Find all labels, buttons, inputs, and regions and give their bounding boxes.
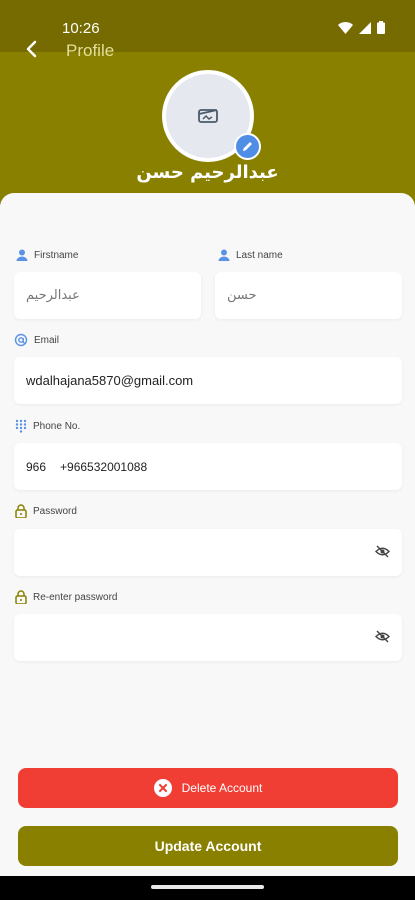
status-time: 10:26 xyxy=(62,20,100,37)
firstname-label: Firstname xyxy=(16,249,78,261)
lastname-value: حسن xyxy=(227,288,257,303)
lock-icon xyxy=(15,504,27,518)
eye-off-icon[interactable] xyxy=(375,545,390,558)
edit-avatar-button[interactable] xyxy=(234,133,261,160)
home-gesture-handle[interactable] xyxy=(151,885,264,889)
page-title: Profile xyxy=(66,41,115,60)
lastname-field[interactable]: حسن xyxy=(215,272,402,319)
email-value: wdalhajana5870@gmail.com xyxy=(26,373,194,388)
battery-icon xyxy=(377,21,385,34)
reenter-password-label: Re-enter password xyxy=(15,590,117,604)
dialpad-icon xyxy=(15,419,27,433)
wifi-icon xyxy=(338,21,353,34)
password-field[interactable] xyxy=(14,529,402,576)
delete-account-label: Delete Account xyxy=(181,781,263,795)
password-label: Password xyxy=(15,504,77,518)
eye-off-icon[interactable] xyxy=(375,630,390,643)
reenter-password-field[interactable] xyxy=(14,614,402,661)
status-bar: 10:26 xyxy=(0,0,415,52)
phone-label-text: Phone No. xyxy=(33,420,81,432)
delete-account-button[interactable]: Delete Account xyxy=(18,768,398,808)
email-label: Email xyxy=(14,333,59,347)
email-field[interactable]: wdalhajana5870@gmail.com xyxy=(14,357,402,404)
phone-country-code[interactable]: 966 xyxy=(26,460,46,474)
at-icon xyxy=(14,333,28,347)
person-icon xyxy=(218,249,230,261)
image-placeholder-icon xyxy=(198,109,218,123)
update-account-button[interactable]: Update Account xyxy=(18,826,398,866)
firstname-field[interactable]: عبدالرحيم xyxy=(14,272,201,319)
email-label-text: Email xyxy=(34,334,60,346)
pencil-icon xyxy=(243,142,252,151)
phone-value: +966532001088 xyxy=(60,459,148,474)
firstname-label-text: Firstname xyxy=(34,249,79,261)
phone-field[interactable]: 966 +966532001088 xyxy=(14,443,402,490)
firstname-value: عبدالرحيم xyxy=(26,288,80,303)
phone-label: Phone No. xyxy=(15,419,80,433)
person-icon xyxy=(16,249,28,261)
update-account-label: Update Account xyxy=(154,838,262,854)
password-label-text: Password xyxy=(33,505,77,517)
lock-icon xyxy=(15,590,27,604)
lastname-label-text: Last name xyxy=(236,249,283,261)
status-icons xyxy=(338,21,385,34)
signal-icon xyxy=(359,21,371,34)
back-arrow-icon[interactable] xyxy=(22,38,44,60)
profile-name: عبدالرحيم حسن xyxy=(136,162,279,183)
reenter-password-label-text: Re-enter password xyxy=(33,591,118,603)
close-circle-icon xyxy=(153,779,172,797)
lastname-label: Last name xyxy=(218,249,283,261)
